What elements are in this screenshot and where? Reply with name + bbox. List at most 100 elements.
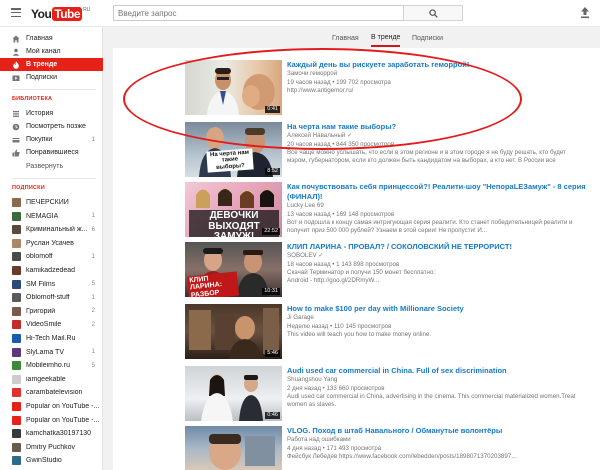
video-duration: 8:52 bbox=[265, 168, 280, 175]
video-row[interactable]: ДЕВОЧКИ ВЫХОДЯТ ЗАМУЖ! 22:52 Как почувст… bbox=[113, 182, 600, 240]
channel-avatar bbox=[12, 334, 21, 343]
sidebar-subscription-item[interactable]: Popular on YouTube -... bbox=[0, 400, 103, 413]
sidebar-subscription-item[interactable]: Mobileimho.ru 5 bbox=[0, 359, 103, 372]
sidebar-subscription-item[interactable]: Григорий 2 bbox=[0, 305, 103, 318]
video-meta: 18 часов назад • 1 143 898 просмотров bbox=[287, 260, 400, 268]
sidebar-subscription-label: ПЕЧЁРСКИЙ bbox=[26, 199, 69, 206]
subscriptions-section-title: ПОДПИСКИ bbox=[12, 185, 45, 191]
sidebar-subscription-item[interactable]: VideoSmile 2 bbox=[0, 318, 103, 331]
history-icon bbox=[12, 110, 20, 118]
sidebar-subscription-count: 6 bbox=[91, 226, 95, 233]
channel-avatar bbox=[12, 266, 21, 275]
sidebar-subscription-item[interactable]: oblomoff 1 bbox=[0, 250, 103, 263]
video-thumbnail[interactable]: 5:46 bbox=[185, 304, 282, 359]
sidebar-item-my-channel[interactable]: Мой канал bbox=[0, 45, 103, 58]
video-description: This video will teach you how to make mo… bbox=[287, 331, 432, 338]
channel-avatar bbox=[12, 374, 21, 384]
video-row[interactable]: КЛИП ЛАРИНА: РАЗБОР 10:31 КЛИП ЛАРИНА - … bbox=[113, 242, 600, 300]
sidebar-subscription-item[interactable]: SlyLama TV 1 bbox=[0, 346, 103, 359]
sidebar-item-trending[interactable]: В тренде bbox=[0, 58, 103, 71]
sidebar-subscription-item[interactable]: SM Films 5 bbox=[0, 278, 103, 291]
library-section-title: БИБЛИОТЕКА bbox=[12, 96, 53, 102]
sidebar-subscription-item[interactable]: Руслан Усачев bbox=[0, 237, 103, 250]
sidebar-subscription-label: SlyLama TV bbox=[26, 348, 64, 356]
hamburger-icon[interactable] bbox=[11, 8, 21, 18]
video-row[interactable]: На черта нам такие выборы? 8:52 На черта… bbox=[113, 122, 600, 180]
video-channel[interactable]: Работа над ошибками bbox=[287, 436, 600, 445]
sidebar-subscription-item[interactable]: iamgeekable bbox=[0, 373, 103, 386]
video-row[interactable]: 5:46 How to make $100 per day with Milli… bbox=[113, 304, 600, 362]
video-channel[interactable]: Ji Garage bbox=[287, 314, 600, 323]
channel-avatar bbox=[12, 347, 21, 357]
video-thumbnail[interactable]: 0:46 bbox=[185, 366, 282, 421]
video-thumbnail[interactable]: ДЕВОЧКИ ВЫХОДЯТ ЗАМУЖ! 22:52 bbox=[185, 182, 282, 237]
video-channel[interactable]: SOBOLEV ✓ bbox=[287, 252, 600, 261]
sidebar-subscription-item[interactable]: Hi-Tech Mail.Ru bbox=[0, 332, 103, 345]
tab-trending[interactable]: В тренде bbox=[371, 30, 401, 47]
channel-avatar bbox=[12, 361, 21, 371]
video-channel[interactable]: Алексей Навальный ✓ bbox=[287, 132, 600, 141]
video-title[interactable]: На черта нам такие выборы? bbox=[287, 122, 600, 132]
sidebar-subscription-item[interactable]: carambatelevision bbox=[0, 386, 103, 399]
video-info: Каждый день вы рискуете заработать гемор… bbox=[287, 60, 600, 95]
video-thumbnail[interactable]: 0:41 bbox=[185, 60, 282, 115]
sidebar-subscription-item[interactable]: ПЕЧЁРСКИЙ bbox=[0, 196, 103, 209]
video-thumbnail[interactable]: На черта нам такие выборы? 8:52 bbox=[185, 122, 282, 177]
tab-subscriptions[interactable]: Подписки bbox=[412, 30, 443, 47]
flame-icon bbox=[12, 60, 20, 69]
video-meta: 13 часов назад • 169 148 просмотров bbox=[287, 210, 395, 218]
channel-avatar bbox=[12, 388, 21, 398]
channel-avatar bbox=[12, 198, 21, 207]
sidebar-item-subscriptions[interactable]: Подписки bbox=[0, 71, 103, 84]
sidebar-item-label: История bbox=[26, 110, 54, 117]
sidebar-expand-link[interactable]: Развернуть bbox=[0, 160, 103, 173]
sidebar-subscription-label: Popular on YouTube -... bbox=[26, 416, 100, 424]
sidebar-subscription-item[interactable]: Popular on YouTube -... bbox=[0, 414, 103, 427]
search-button[interactable] bbox=[403, 5, 463, 21]
sidebar-subscription-item[interactable]: GwinStudio bbox=[0, 454, 103, 467]
sidebar-item-label: Покупки bbox=[26, 136, 53, 143]
upload-icon[interactable] bbox=[580, 7, 590, 19]
channel-avatar bbox=[12, 225, 21, 235]
thumbnail-image bbox=[209, 434, 275, 470]
sidebar-item-liked[interactable]: Понравившиеся bbox=[0, 146, 103, 159]
video-thumbnail[interactable]: КЛИП ЛАРИНА: РАЗБОР 10:31 bbox=[185, 242, 282, 297]
home-icon bbox=[12, 35, 20, 43]
video-thumbnail[interactable] bbox=[185, 426, 282, 470]
sidebar-subscription-item[interactable]: kamchatka30197130 bbox=[0, 427, 103, 440]
sidebar-subscription-label: Руслан Усачев bbox=[26, 239, 74, 247]
sidebar-subscription-item[interactable]: Oblomoff-stuff 1 bbox=[0, 291, 103, 304]
sidebar-subscription-count: 5 bbox=[91, 362, 95, 369]
video-description: Все чаще можно услышать, что если в этом… bbox=[287, 149, 566, 165]
video-title[interactable]: Audi used car commercial in China. Full … bbox=[287, 366, 600, 376]
sidebar-item-home[interactable]: Главная bbox=[0, 32, 103, 45]
video-meta: 4 дня назад • 171 493 просмотра bbox=[287, 444, 382, 452]
sidebar-item-watch-later[interactable]: Посмотреть позже bbox=[0, 120, 103, 133]
video-channel[interactable]: Lucky Lee 69 bbox=[287, 202, 600, 211]
video-duration: 10:31 bbox=[262, 288, 280, 295]
sidebar-subscription-item[interactable]: Dmitry Puchkov bbox=[0, 441, 103, 454]
video-title[interactable]: VLOG. Поход в штаб Навального / Обмануты… bbox=[287, 426, 600, 436]
video-title[interactable]: Каждый день вы рискуете заработать гемор… bbox=[287, 60, 600, 70]
sidebar-divider bbox=[12, 89, 96, 90]
purchase-icon bbox=[12, 136, 20, 144]
video-channel[interactable]: Замочи геморрой bbox=[287, 70, 600, 79]
sidebar-subscription-item[interactable]: kamikadzedead bbox=[0, 264, 103, 277]
video-title[interactable]: КЛИП ЛАРИНА - ПРОВАЛ? / СОКОЛОВСКИЙ НЕ Т… bbox=[287, 242, 600, 252]
video-row[interactable]: 0:46 Audi used car commercial in China. … bbox=[113, 366, 600, 424]
sidebar-subscription-item[interactable]: NEMAGIA 1 bbox=[0, 210, 103, 223]
search-icon bbox=[428, 8, 438, 18]
sidebar-subscription-item[interactable]: Криминальный ж... 6 bbox=[0, 223, 103, 236]
video-title[interactable]: Как почувствовать себя принцессой?! Реал… bbox=[287, 182, 600, 202]
search-input[interactable] bbox=[114, 6, 403, 20]
video-title[interactable]: How to make $100 per day with Millionare… bbox=[287, 304, 600, 314]
sidebar-item-label: В тренде bbox=[26, 61, 58, 68]
video-row[interactable]: 0:41 Каждый день вы рискуете заработать … bbox=[113, 60, 600, 118]
tab-home[interactable]: Главная bbox=[332, 30, 359, 47]
sidebar-item-history[interactable]: История bbox=[0, 107, 103, 120]
video-channel[interactable]: Shuangshou Yang bbox=[287, 376, 600, 385]
youtube-logo[interactable]: You Tube RU bbox=[31, 6, 90, 21]
video-row[interactable]: VLOG. Поход в штаб Навального / Обмануты… bbox=[113, 426, 600, 470]
sidebar-item-purchases[interactable]: Покупки 1 bbox=[0, 133, 103, 146]
channel-avatar bbox=[12, 456, 21, 466]
